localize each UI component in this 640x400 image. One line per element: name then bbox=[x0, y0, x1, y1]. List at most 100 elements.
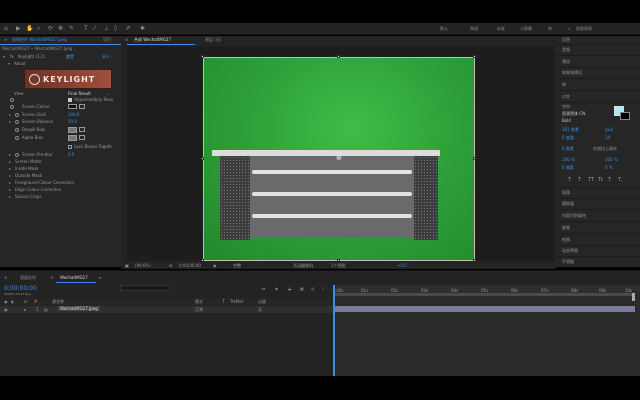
source-crops-label[interactable]: Source Crops bbox=[15, 194, 41, 199]
eraser-icon[interactable]: ◊ bbox=[114, 25, 117, 32]
stopwatch-icon[interactable] bbox=[15, 113, 19, 117]
collapse-icon[interactable]: ▾ bbox=[8, 61, 10, 66]
panel-character[interactable]: 字符 bbox=[562, 104, 570, 110]
expand-icon[interactable]: ▸ bbox=[24, 307, 26, 312]
about-link[interactable]: 关于... bbox=[102, 54, 114, 60]
visibility-toggle[interactable]: ◉ bbox=[4, 307, 8, 312]
workspace-library[interactable]: 库 bbox=[548, 26, 552, 32]
zoom-level[interactable]: (99.6%) bbox=[135, 263, 151, 268]
font-family-dropdown[interactable]: 思源黑体 CN bbox=[562, 111, 585, 117]
time-ruler[interactable]: :00s 01s 02s 03s 04s 05s 06s 07s 08s 09s… bbox=[333, 285, 640, 293]
collapse-icon[interactable]: ▾ bbox=[3, 54, 5, 59]
transform-handle[interactable] bbox=[201, 55, 204, 58]
edge-colour-correction-label[interactable]: Edge Colour Correction bbox=[15, 187, 61, 192]
lock-icon[interactable]: ⊡ bbox=[24, 299, 27, 304]
stroke-width-value[interactable]: 0 像素 bbox=[562, 146, 574, 152]
panel-paragraph[interactable]: 段落 bbox=[562, 190, 570, 196]
baseline-shift-value[interactable]: 0 像素 bbox=[562, 165, 574, 171]
tsume-value[interactable]: 0 % bbox=[605, 165, 613, 170]
work-area-end-handle[interactable] bbox=[632, 293, 635, 301]
shy-icon[interactable]: ◒ bbox=[288, 286, 292, 291]
vertical-scale-value[interactable]: 100 % bbox=[562, 157, 575, 162]
search-help-input[interactable]: 搜索帮助 bbox=[576, 26, 592, 32]
panel-motion-sketch[interactable]: 动态草图 bbox=[562, 248, 578, 254]
expand-icon[interactable]: ▸ bbox=[9, 159, 11, 164]
tab-composition[interactable]: 合成 WechatIMG27 bbox=[134, 37, 171, 43]
layer-duration-bar[interactable] bbox=[333, 306, 635, 312]
tab-layer[interactable]: 图层 (无) bbox=[205, 37, 221, 43]
panel-brushes[interactable]: 画笔 bbox=[562, 225, 570, 231]
screen-preblur-value[interactable]: 0.0 bbox=[68, 152, 74, 157]
view-dropdown[interactable]: Final Result bbox=[68, 91, 91, 96]
puppet-icon[interactable]: ✱ bbox=[140, 25, 145, 32]
timeline-tracks[interactable] bbox=[333, 285, 640, 376]
tab-timeline-comp[interactable]: WechatIMG27 bbox=[60, 275, 88, 280]
stroke-color-swatch[interactable] bbox=[620, 112, 630, 120]
expand-icon[interactable]: ▸ bbox=[9, 112, 11, 117]
screen-gain-value[interactable]: 100.0 bbox=[68, 112, 79, 117]
panel-effects-presets[interactable]: 效果和预设 bbox=[562, 70, 582, 76]
zoom-icon[interactable]: ⌕ bbox=[37, 25, 40, 33]
workspace-standard[interactable]: 标准 bbox=[497, 26, 505, 32]
panel-preview[interactable]: 预览 bbox=[562, 59, 570, 65]
snapshot-icon[interactable]: ◉ bbox=[213, 263, 217, 268]
panel-tracker[interactable]: 跟踪器 bbox=[562, 201, 574, 207]
panel-menu-icon[interactable]: ≡ bbox=[4, 37, 7, 42]
comp-flowchart-icon[interactable]: ⇄ bbox=[262, 286, 265, 291]
expand-icon[interactable]: ▸ bbox=[9, 119, 11, 124]
hand-icon[interactable]: ✋ bbox=[26, 25, 33, 32]
timecode-display[interactable]: 0;00;00;00 bbox=[179, 263, 201, 268]
tab-render-queue[interactable]: 渲染队列 bbox=[20, 275, 36, 281]
eye-icon[interactable]: ◉ bbox=[4, 299, 8, 304]
close-icon[interactable]: × bbox=[4, 275, 7, 280]
audio-icon[interactable]: ◐ bbox=[11, 299, 15, 304]
font-style-dropdown[interactable]: Bold bbox=[562, 118, 571, 123]
eyedropper-icon[interactable] bbox=[79, 104, 85, 109]
panel-menu-icon[interactable]: ≡ bbox=[98, 275, 101, 280]
screen-balance-value[interactable]: 50.0 bbox=[68, 119, 77, 124]
current-time-indicator[interactable] bbox=[333, 285, 335, 376]
graph-editor-icon[interactable]: ⌇ bbox=[322, 286, 324, 291]
panel-align[interactable]: 对齐 bbox=[562, 94, 570, 100]
panel-library[interactable]: 库 bbox=[562, 82, 566, 88]
outside-mask-label[interactable]: Outside Mask bbox=[15, 173, 42, 178]
layer-name[interactable]: WechatIMG27.jpeg bbox=[58, 306, 100, 311]
transform-handle[interactable] bbox=[201, 157, 204, 160]
faux-italic-button[interactable]: T bbox=[578, 177, 581, 183]
expand-icon[interactable]: ▸ bbox=[9, 180, 11, 185]
exposure-value[interactable]: +0.0 bbox=[397, 263, 407, 268]
transform-handle[interactable] bbox=[473, 157, 476, 160]
stopwatch-icon[interactable] bbox=[15, 120, 19, 124]
unpremultiply-checkbox[interactable] bbox=[68, 98, 72, 102]
tab-project[interactable]: 项目 bbox=[103, 37, 111, 43]
despill-bias-swatch[interactable] bbox=[68, 127, 77, 133]
expand-icon[interactable]: ▸ bbox=[9, 194, 11, 199]
subscript-button[interactable]: T, bbox=[618, 177, 623, 183]
eyedropper-icon[interactable] bbox=[79, 135, 85, 140]
draft-3d-icon[interactable]: ◈ bbox=[275, 286, 278, 291]
text-icon[interactable]: T bbox=[84, 25, 88, 32]
close-icon[interactable]: × bbox=[50, 275, 53, 280]
workspace-review[interactable]: 审阅 bbox=[470, 26, 478, 32]
stroke-style-dropdown[interactable]: 在描边上填充 bbox=[593, 146, 617, 152]
clone-icon[interactable]: ⊥ bbox=[104, 25, 109, 32]
frame-blend-icon[interactable]: ▦ bbox=[300, 286, 304, 291]
superscript-button[interactable]: T bbox=[608, 177, 611, 183]
leading-value[interactable]: 自动 bbox=[605, 127, 613, 133]
screen-colour-swatch[interactable] bbox=[68, 104, 77, 109]
kerning-value[interactable]: 0 度量 bbox=[562, 135, 574, 141]
stopwatch-icon[interactable] bbox=[15, 136, 19, 140]
screen-matte-label[interactable]: Screen Matte bbox=[15, 159, 42, 164]
stopwatch-icon[interactable] bbox=[10, 98, 14, 102]
layer-parent-dropdown[interactable]: 无 bbox=[258, 307, 262, 313]
roto-icon[interactable]: ✐ bbox=[126, 25, 131, 32]
brush-icon[interactable]: ⁄ bbox=[94, 25, 95, 32]
resolution-dropdown[interactable]: 完整 bbox=[233, 263, 241, 269]
expand-icon[interactable]: ▸ bbox=[9, 173, 11, 178]
layer-mode-dropdown[interactable]: 正常 bbox=[195, 307, 203, 313]
pen-icon[interactable]: ✎ bbox=[69, 25, 74, 32]
expand-icon[interactable]: ▸ bbox=[9, 187, 11, 192]
workspace-default[interactable]: 默认 bbox=[440, 26, 448, 32]
views-dropdown[interactable]: 1个视图 bbox=[331, 263, 346, 269]
faux-bold-button[interactable]: T bbox=[568, 177, 571, 183]
